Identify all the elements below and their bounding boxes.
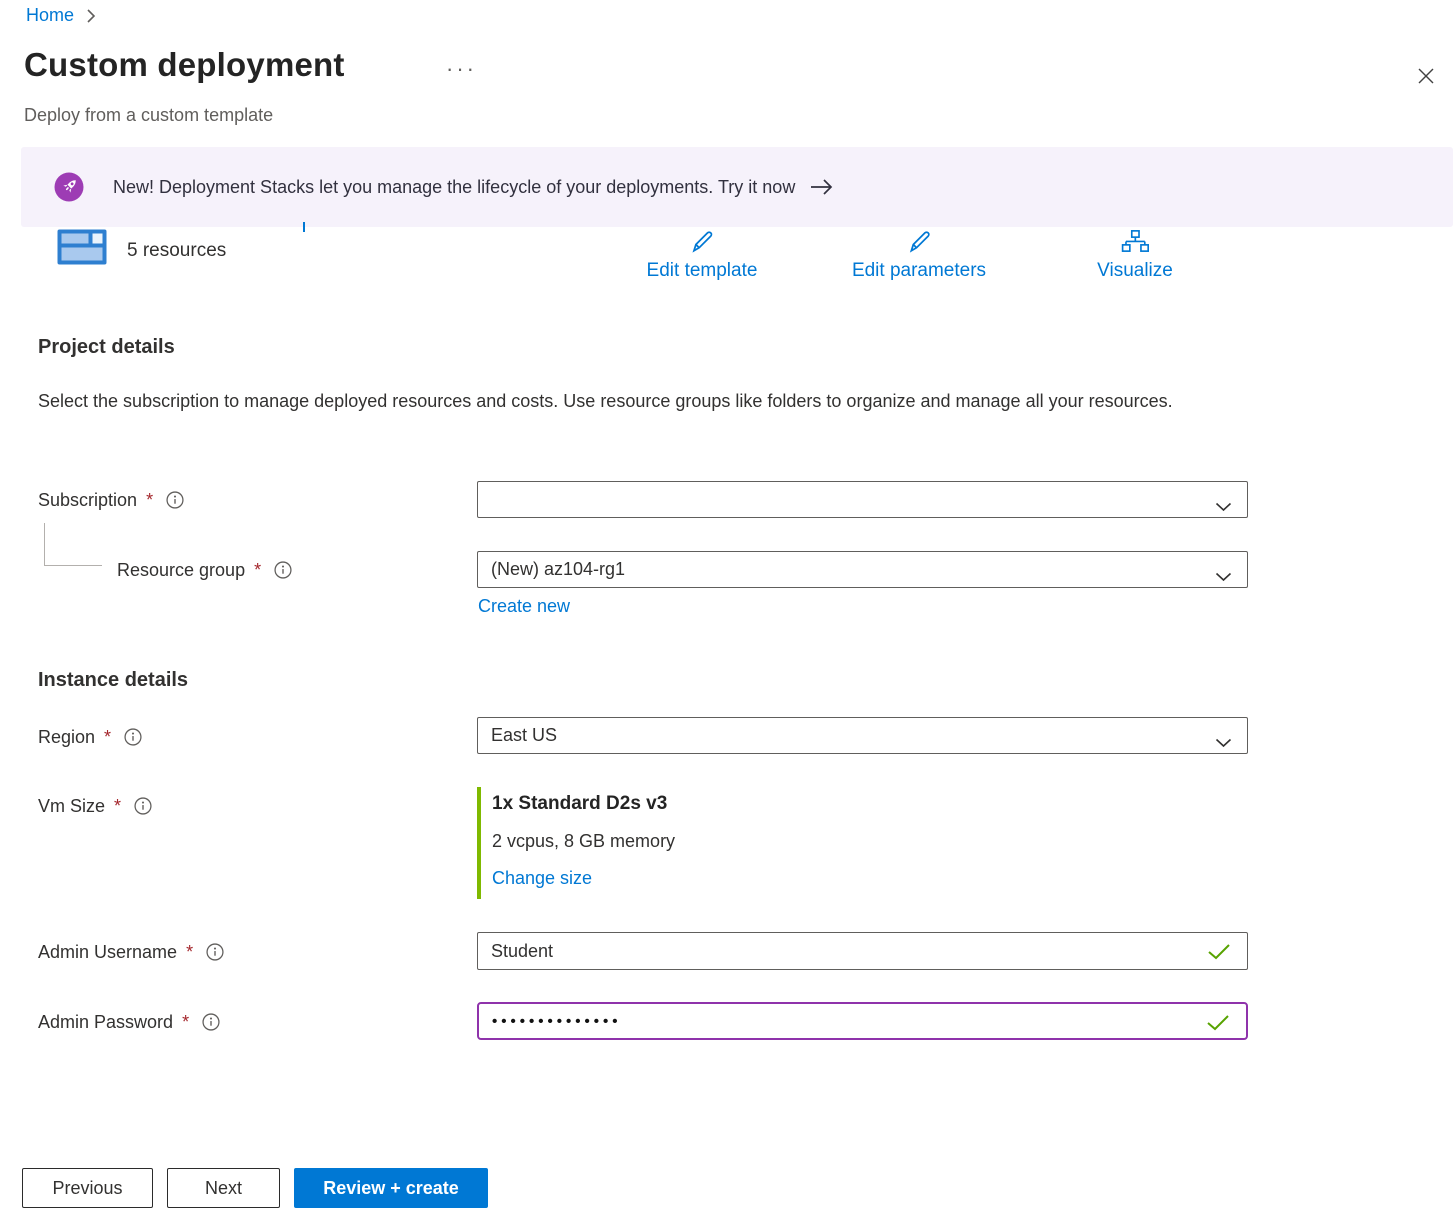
- pencil-icon: [689, 228, 715, 254]
- field-connector-line: [44, 523, 102, 566]
- resource-group-label: Resource group *: [117, 559, 292, 581]
- required-asterisk: *: [104, 727, 111, 748]
- required-asterisk: *: [254, 560, 261, 581]
- rocket-icon: [54, 172, 84, 202]
- edit-template-link[interactable]: Edit template: [647, 228, 758, 282]
- region-value: East US: [491, 725, 557, 746]
- breadcrumb-chevron-icon: [86, 8, 96, 24]
- admin-username-value: Student: [491, 941, 553, 962]
- text-cursor: [303, 222, 305, 232]
- valid-check-icon: [1207, 943, 1231, 960]
- info-icon[interactable]: [134, 797, 152, 815]
- vm-size-accent-bar: [477, 787, 481, 899]
- review-create-button[interactable]: Review + create: [294, 1168, 488, 1208]
- next-button[interactable]: Next: [167, 1168, 280, 1208]
- deployment-stacks-banner[interactable]: New! Deployment Stacks let you manage th…: [21, 147, 1453, 227]
- valid-check-icon: [1206, 1014, 1230, 1031]
- template-icon: [57, 229, 107, 265]
- resource-group-dropdown[interactable]: (New) az104-rg1: [477, 551, 1248, 588]
- required-asterisk: *: [182, 1012, 189, 1033]
- change-size-link[interactable]: Change size: [492, 868, 592, 889]
- banner-text: New! Deployment Stacks let you manage th…: [113, 177, 795, 198]
- info-icon[interactable]: [124, 728, 142, 746]
- info-icon[interactable]: [206, 943, 224, 961]
- admin-username-label: Admin Username *: [38, 941, 224, 963]
- edit-template-label: Edit template: [647, 260, 758, 282]
- subscription-label: Subscription *: [38, 489, 184, 511]
- page-title: Custom deployment: [24, 46, 345, 84]
- vm-size-title: 1x Standard D2s v3: [492, 793, 667, 815]
- custom-deployment-page: Home Custom deployment ··· Deploy from a…: [0, 0, 1456, 1219]
- template-bar: 5 resources Edit template Edit parameter…: [0, 228, 1456, 290]
- project-details-description: Select the subscription to manage deploy…: [38, 385, 1188, 417]
- project-details-heading: Project details: [38, 336, 175, 359]
- close-button[interactable]: [1408, 58, 1444, 94]
- breadcrumb: Home: [26, 5, 96, 26]
- info-icon[interactable]: [166, 491, 184, 509]
- visualize-label: Visualize: [1097, 260, 1173, 282]
- admin-password-masked-value: ••••••••••••••: [492, 1013, 622, 1030]
- required-asterisk: *: [114, 796, 121, 817]
- region-label: Region *: [38, 726, 142, 748]
- info-icon[interactable]: [202, 1013, 220, 1031]
- vm-size-detail: 2 vcpus, 8 GB memory: [492, 831, 675, 852]
- chevron-down-icon: [1215, 572, 1232, 582]
- arrow-right-icon: [809, 178, 835, 196]
- chevron-down-icon: [1215, 738, 1232, 748]
- edit-parameters-label: Edit parameters: [852, 260, 986, 282]
- instance-details-heading: Instance details: [38, 669, 188, 692]
- admin-username-input[interactable]: Student: [477, 932, 1248, 970]
- required-asterisk: *: [186, 942, 193, 963]
- resource-count: 5 resources: [127, 240, 226, 262]
- required-asterisk: *: [146, 490, 153, 511]
- org-chart-icon: [1121, 228, 1149, 254]
- subscription-dropdown[interactable]: [477, 481, 1248, 518]
- edit-parameters-link[interactable]: Edit parameters: [852, 228, 986, 282]
- resource-group-value: (New) az104-rg1: [491, 559, 625, 580]
- admin-password-input[interactable]: ••••••••••••••: [477, 1002, 1248, 1040]
- pencil-icon: [906, 228, 932, 254]
- vm-size-selection: 1x Standard D2s v3 2 vcpus, 8 GB memory …: [477, 787, 877, 899]
- chevron-down-icon: [1215, 502, 1232, 512]
- more-actions-button[interactable]: ···: [446, 56, 477, 82]
- page-subtitle: Deploy from a custom template: [24, 105, 273, 126]
- visualize-link[interactable]: Visualize: [1097, 228, 1173, 282]
- vm-size-label: Vm Size *: [38, 795, 152, 817]
- region-dropdown[interactable]: East US: [477, 717, 1248, 754]
- close-icon: [1415, 65, 1437, 87]
- breadcrumb-home-link[interactable]: Home: [26, 5, 74, 26]
- create-new-link[interactable]: Create new: [478, 596, 570, 617]
- info-icon[interactable]: [274, 561, 292, 579]
- admin-password-label: Admin Password *: [38, 1011, 220, 1033]
- previous-button[interactable]: Previous: [22, 1168, 153, 1208]
